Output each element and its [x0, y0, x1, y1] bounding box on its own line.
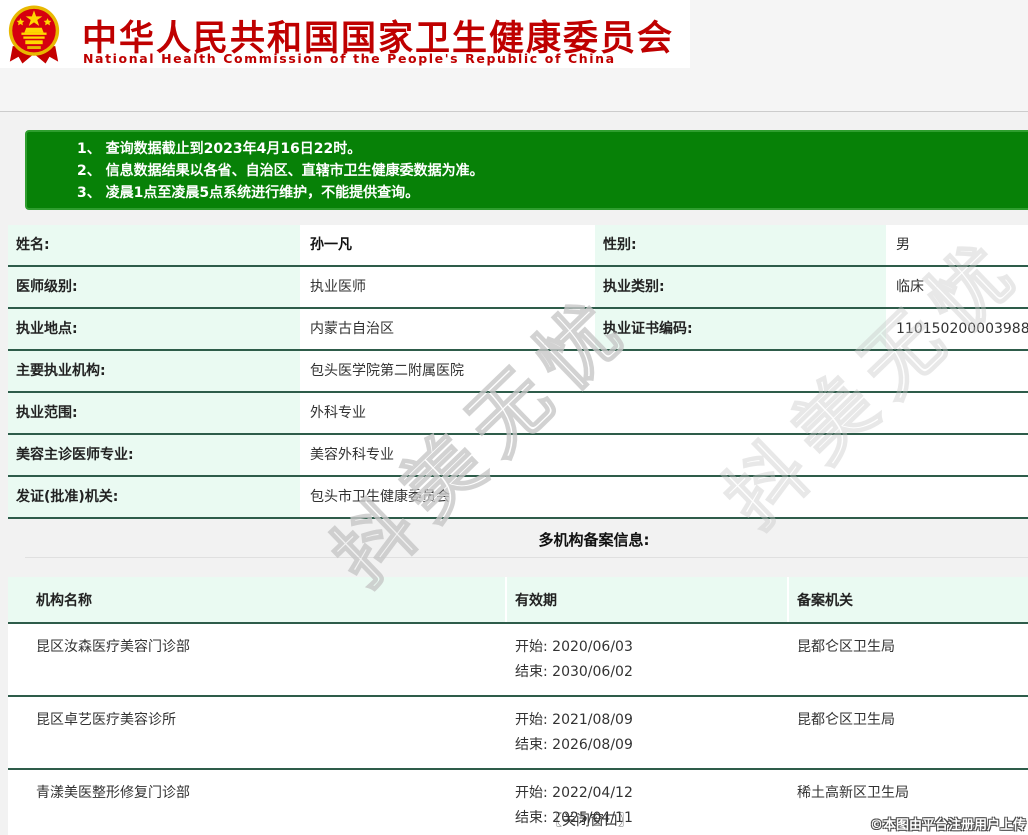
- multi-org-table: 机构名称 有效期 备案机关 昆区汝森医疗美容门诊部 开始: 2020/06/03…: [8, 577, 1028, 835]
- field-value: 包头市卫生健康委员会: [302, 477, 1028, 517]
- notice-line-3: 3、 凌晨1点至凌晨5点系统进行维护，不能提供查询。: [77, 185, 420, 201]
- table-row: 医师级别: 执业医师 执业类别: 临床: [8, 267, 1028, 309]
- field-value: 男: [888, 225, 1028, 265]
- notice-line-2: 2、 信息数据结果以各省、自治区、直辖市卫生健康委数据为准。: [77, 163, 484, 179]
- page: 中华人民共和国国家卫生健康委员会 National Health Commiss…: [0, 0, 1028, 835]
- field-label: 执业地点:: [8, 309, 300, 349]
- table-row: 执业地点: 内蒙古自治区 执业证书编码: 110150200003988: [8, 309, 1028, 351]
- table-row: 主要执业机构: 包头医学院第二附属医院: [8, 351, 1028, 393]
- column-header-validity: 有效期: [507, 577, 787, 622]
- validity-end: 结束: 2030/06/02: [515, 664, 633, 680]
- validity-end: 结束: 2026/08/09: [515, 737, 633, 753]
- header: 中华人民共和国国家卫生健康委员会 National Health Commiss…: [0, 0, 690, 68]
- field-value: 包头医学院第二附属医院: [302, 351, 1028, 391]
- multi-org-section-title: 多机构备案信息:: [538, 531, 650, 549]
- notice-box: 1、 查询数据截止到2023年4月16日22时。 2、 信息数据结果以各省、自治…: [25, 130, 1028, 210]
- field-value: 外科专业: [302, 393, 1028, 433]
- photo-credit-badge: ©本图由平台注册用户上传: [869, 818, 1026, 833]
- field-label: 性别:: [595, 225, 886, 265]
- registering-authority: 昆都仑区卫生局: [789, 697, 1028, 768]
- field-label: 执业证书编码:: [595, 309, 886, 349]
- table-row: 美容主诊医师专业: 美容外科专业: [8, 435, 1028, 477]
- field-value: 执业医师: [302, 267, 593, 307]
- validity-period: 开始: 2021/08/09 结束: 2026/08/09: [507, 697, 787, 768]
- section-divider: [25, 557, 1028, 558]
- registering-authority: 昆都仑区卫生局: [789, 624, 1028, 695]
- field-label: 医师级别:: [8, 267, 300, 307]
- table-row: 执业范围: 外科专业: [8, 393, 1028, 435]
- column-header-authority: 备案机关: [789, 577, 1028, 622]
- org-name: 昆区卓艺医疗美容诊所: [8, 697, 505, 768]
- china-national-emblem-icon: [8, 5, 60, 64]
- table-row: 昆区卓艺医疗美容诊所 开始: 2021/08/09 结束: 2026/08/09…: [8, 697, 1028, 770]
- field-value: 110150200003988: [888, 309, 1028, 349]
- close-window-link[interactable]: 〖关闭窗口〗: [548, 813, 632, 829]
- field-value: 美容外科专业: [302, 435, 1028, 475]
- field-label: 发证(批准)机关:: [8, 477, 300, 517]
- table-row: 姓名: 孙一凡 性别: 男: [8, 225, 1028, 267]
- site-title-english: National Health Commission of the People…: [83, 51, 616, 66]
- table-row: 发证(批准)机关: 包头市卫生健康委员会: [8, 477, 1028, 519]
- column-header-org: 机构名称: [8, 577, 505, 622]
- validity-start: 开始: 2022/04/12: [515, 785, 633, 801]
- validity-start: 开始: 2021/08/09: [515, 712, 633, 728]
- validity-start: 开始: 2020/06/03: [515, 639, 633, 655]
- field-label: 执业范围:: [8, 393, 300, 433]
- field-label: 美容主诊医师专业:: [8, 435, 300, 475]
- field-label: 执业类别:: [595, 267, 886, 307]
- header-divider: [0, 111, 1028, 112]
- org-name: 昆区汝森医疗美容门诊部: [8, 624, 505, 695]
- field-label: 主要执业机构:: [8, 351, 300, 391]
- field-value: 孙一凡: [302, 225, 593, 265]
- field-value: 临床: [888, 267, 1028, 307]
- field-value: 内蒙古自治区: [302, 309, 593, 349]
- table-header-row: 机构名称 有效期 备案机关: [8, 577, 1028, 624]
- field-label: 姓名:: [8, 225, 300, 265]
- notice-line-1: 1、 查询数据截止到2023年4月16日22时。: [77, 141, 362, 157]
- table-row: 昆区汝森医疗美容门诊部 开始: 2020/06/03 结束: 2030/06/0…: [8, 624, 1028, 697]
- doctor-info-table: 姓名: 孙一凡 性别: 男 医师级别: 执业医师 执业类别: 临床 执业地点: …: [8, 225, 1028, 519]
- validity-period: 开始: 2020/06/03 结束: 2030/06/02: [507, 624, 787, 695]
